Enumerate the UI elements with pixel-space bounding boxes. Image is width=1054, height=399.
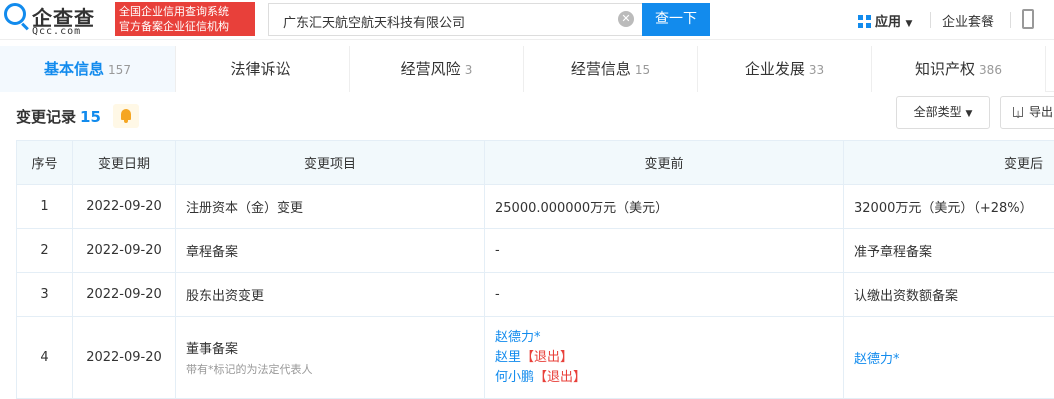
row-date: 2022-09-20 <box>72 272 176 317</box>
row-before: - <box>484 272 844 317</box>
col-header-before: 变更前 <box>484 140 844 185</box>
col-header-item: 变更项目 <box>175 140 485 185</box>
divider <box>930 12 931 28</box>
person-link[interactable]: 赵德力* <box>854 352 900 367</box>
row-date: 2022-09-20 <box>72 316 176 399</box>
badge-line-2: 官方备案企业征信机构 <box>119 20 229 33</box>
row-item: 章程备案 <box>175 228 485 273</box>
caret-down-icon: ▼ <box>965 109 973 119</box>
row-no: 2 <box>16 228 73 273</box>
row-after: 准予章程备案 <box>843 228 1054 273</box>
exit-tag: 【退出】 <box>534 369 587 385</box>
change-records-table: 序号 变更日期 变更项目 变更前 变更后 1 2022-09-20 注册资本（金… <box>16 140 1054 399</box>
divider <box>1010 12 1011 28</box>
col-header-no: 序号 <box>16 140 73 185</box>
download-icon <box>1013 100 1023 128</box>
tab-development[interactable]: 企业发展 33 <box>698 46 872 92</box>
tab-label: 经营信息 <box>570 60 631 78</box>
tab-risk[interactable]: 经营风险 3 <box>350 46 524 92</box>
certification-badge: 全国企业信用查询系统 官方备案企业征信机构 <box>115 2 255 36</box>
row-before: 赵德力* 赵里【退出】 何小鹏【退出】 <box>484 316 844 399</box>
table-row: 2 2022-09-20 章程备案 - 准予章程备案 <box>16 228 1054 273</box>
site-logo[interactable]: 企查查 Qcc.com <box>2 2 112 38</box>
section-title: 变更记录 15 <box>16 106 101 127</box>
tab-basic-info[interactable]: 基本信息 157 <box>0 46 176 92</box>
tab-count: 157 <box>108 63 131 77</box>
enterprise-suite-link[interactable]: 企业套餐 <box>942 11 994 30</box>
tab-ip[interactable]: 知识产权 386 <box>872 46 1046 92</box>
logo-domain: Qcc.com <box>32 26 82 37</box>
person-link[interactable]: 赵德力* <box>495 328 833 348</box>
tab-count: 33 <box>808 63 825 77</box>
tab-label: 知识产权 <box>915 60 976 78</box>
row-date: 2022-09-20 <box>72 184 176 229</box>
row-item: 注册资本（金）变更 <box>175 184 485 229</box>
tab-count: 3 <box>464 63 473 77</box>
row-after: 赵德力* <box>843 316 1054 399</box>
tab-bar: 基本信息 157 法律诉讼 经营风险 3 经营信息 15 企业发展 33 知识产权 386 <box>0 46 1054 92</box>
search-button[interactable]: 查一下 <box>642 3 710 36</box>
tab-label: 企业发展 <box>744 60 805 78</box>
chevron-down-icon: ▼ <box>905 19 913 29</box>
row-item-note: 带有*标记的为法定代表人 <box>186 363 313 376</box>
grid-icon <box>858 15 871 28</box>
bell-icon[interactable] <box>113 104 139 128</box>
tab-count: 15 <box>634 63 651 77</box>
clear-icon[interactable]: ✕ <box>618 11 634 27</box>
table-row: 4 2022-09-20 董事备案 带有*标记的为法定代表人 赵德力* 赵里【退… <box>16 316 1054 399</box>
logo-magnifier-icon <box>4 3 26 25</box>
type-filter-dropdown[interactable]: 全部类型 ▼ <box>896 96 990 129</box>
tab-label: 法律诉讼 <box>230 60 291 78</box>
row-item: 股东出资变更 <box>175 272 485 317</box>
row-no: 4 <box>16 316 73 399</box>
apps-menu[interactable]: 应用 ▼ <box>858 11 912 30</box>
section-title-text: 变更记录 <box>16 108 77 126</box>
apps-label: 应用 <box>875 15 902 30</box>
person-link[interactable]: 赵里 <box>495 350 521 365</box>
col-header-date: 变更日期 <box>72 140 176 185</box>
tab-label: 基本信息 <box>44 60 105 78</box>
col-header-after: 变更后 <box>843 140 1054 185</box>
tab-count: 386 <box>979 63 1002 77</box>
table-header-row: 序号 变更日期 变更项目 变更前 变更后 <box>16 140 1054 185</box>
search-input-value: 广东汇天航空航天科技有限公司 <box>283 16 466 31</box>
tab-operations[interactable]: 经营信息 15 <box>524 46 698 92</box>
person-link[interactable]: 何小鹏 <box>495 370 534 385</box>
tab-label: 经营风险 <box>400 60 461 78</box>
tab-legal[interactable]: 法律诉讼 <box>176 46 350 92</box>
exit-tag: 【退出】 <box>521 349 574 365</box>
table-row: 1 2022-09-20 注册资本（金）变更 25000.000000万元（美元… <box>16 184 1054 229</box>
row-after: 认缴出资数额备案 <box>843 272 1054 317</box>
export-button[interactable]: 导出 <box>1000 96 1054 129</box>
row-no: 1 <box>16 184 73 229</box>
type-filter-label: 全部类型 <box>913 105 962 119</box>
export-label: 导出 <box>1029 105 1054 119</box>
row-date: 2022-09-20 <box>72 228 176 273</box>
top-header: 企查查 Qcc.com 全国企业信用查询系统 官方备案企业征信机构 广东汇天航空… <box>0 0 1054 40</box>
badge-line-1: 全国企业信用查询系统 <box>119 5 229 18</box>
mobile-phone-icon[interactable] <box>1022 9 1034 29</box>
section-count: 15 <box>80 108 101 126</box>
search-input[interactable]: 广东汇天航空航天科技有限公司 ✕ <box>268 3 642 36</box>
table-row: 3 2022-09-20 股东出资变更 - 认缴出资数额备案 <box>16 272 1054 317</box>
row-after: 32000万元（美元）（+28%） <box>843 184 1054 229</box>
row-before: 25000.000000万元（美元） <box>484 184 844 229</box>
row-item: 董事备案 带有*标记的为法定代表人 <box>175 316 485 399</box>
row-item-text: 董事备案 <box>186 342 239 357</box>
row-no: 3 <box>16 272 73 317</box>
row-before: - <box>484 228 844 273</box>
